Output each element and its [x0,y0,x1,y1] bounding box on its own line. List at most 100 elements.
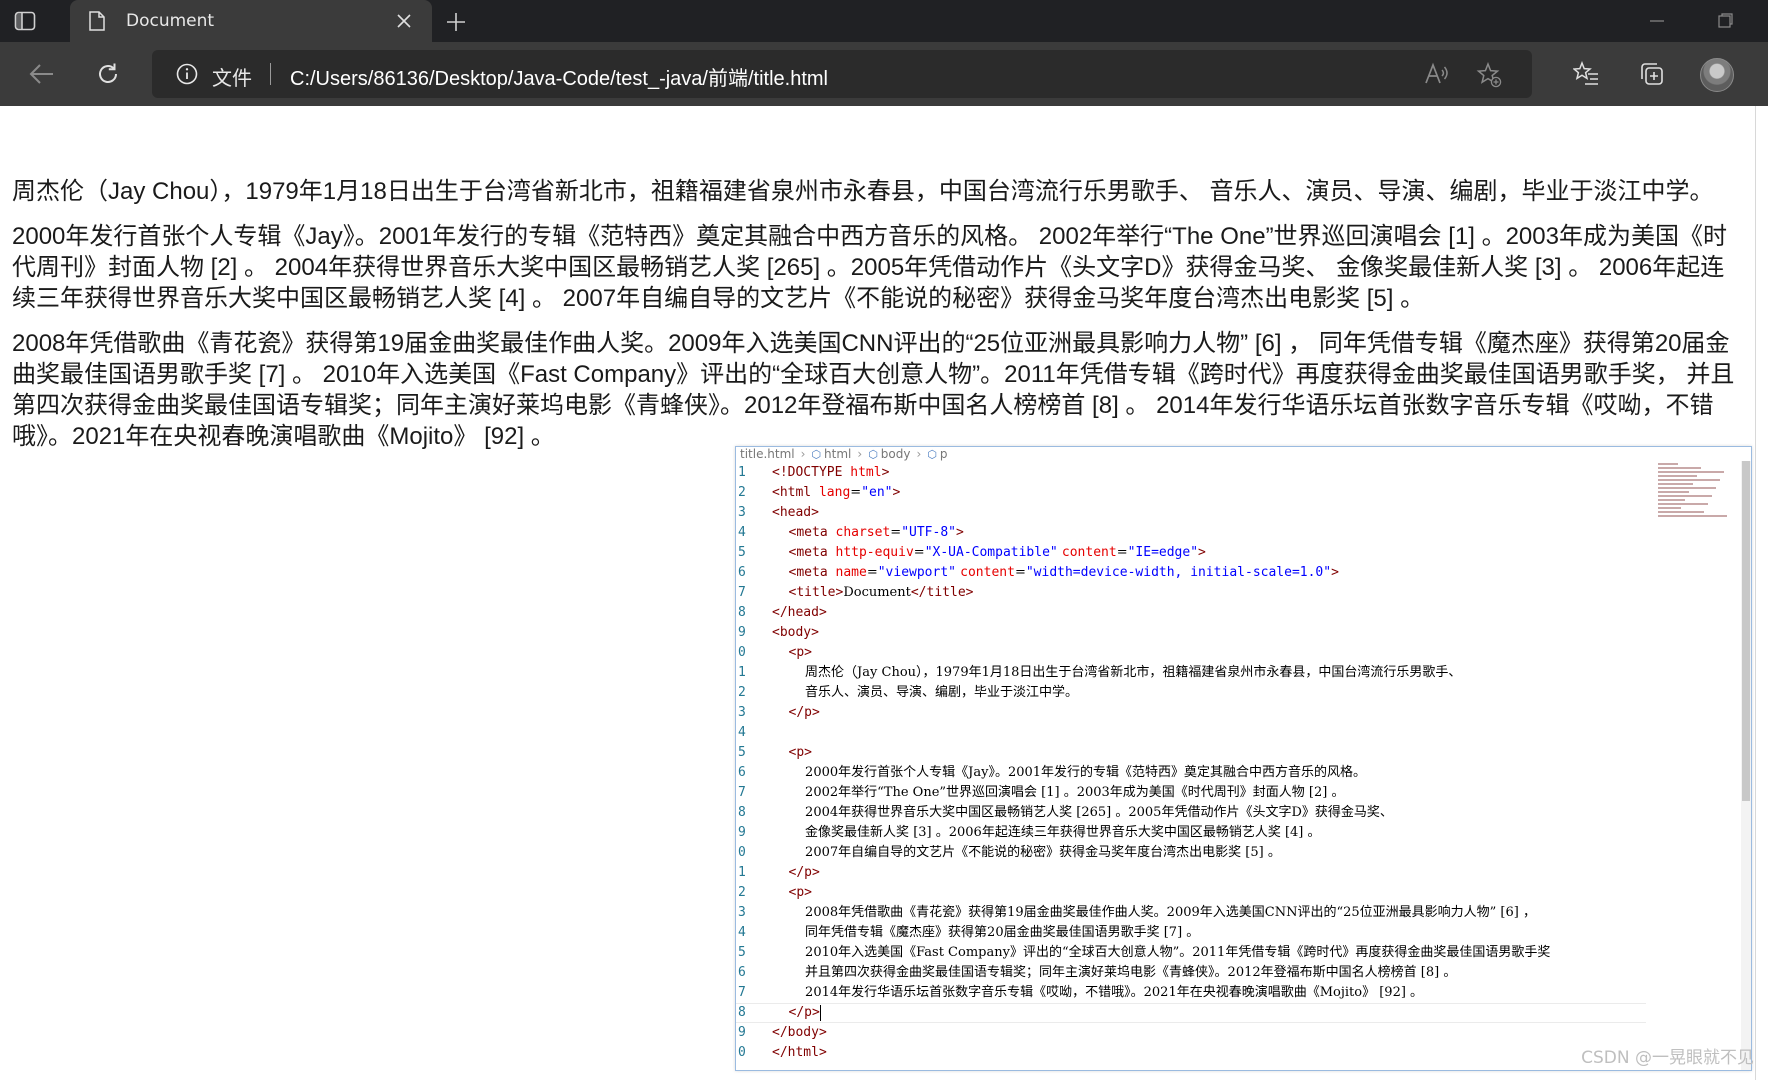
code-line[interactable]: 2 音乐人、演员、导演、编剧，毕业于淡江中学。 [736,683,1646,703]
code-text: <head> [772,505,819,520]
paragraph-2000-2007: 2000年发行首张个人专辑《Jay》。2001年发行的专辑《范特西》奠定其融合中… [12,223,1727,312]
new-tab-button[interactable] [442,8,470,36]
code-text: <p> [788,745,813,760]
minimap-line [1658,487,1716,489]
close-icon[interactable] [394,11,414,31]
line-number: 3 [738,505,746,520]
line-number: 5 [738,745,746,760]
line-number: 4 [738,925,746,940]
code-area[interactable]: 1 <!DOCTYPE html> 2 <html lang="en"> 3 <head>… [736,463,1646,1063]
minimize-icon[interactable] [1646,10,1668,32]
code-line[interactable]: 6 并且第四次获得金曲奖最佳国语专辑奖；同年主演好莱坞电影《青蜂侠》。2012年… [736,963,1646,983]
code-line[interactable]: 0 2007年自编自导的文艺片《不能说的秘密》获得金马奖年度台湾杰出电影奖 [5… [736,843,1646,863]
restore-icon[interactable] [1714,10,1736,32]
line-number: 3 [738,705,746,720]
page-content: 周杰伦（Jay Chou），1979年1月18日出生于台湾省新北市，祖籍福建省泉… [12,176,1740,466]
code-line[interactable]: 4 同年凭借专辑《魔杰座》获得第20届金曲奖最佳国语男歌手奖 [7] 。 [736,923,1646,943]
url-text[interactable]: C:/Users/86136/Desktop/Java-Code/test_-j… [290,62,828,91]
collections-icon[interactable] [1638,60,1666,88]
code-line[interactable]: 0 </html> [736,1043,1646,1063]
code-line[interactable]: 7 2014年发行华语乐坛首张数字音乐专辑《哎呦，不错哦》。2021年在央视春晚… [736,983,1646,1003]
code-line[interactable]: 3 <head> [736,503,1646,523]
editor-minimap[interactable] [1654,461,1732,1070]
code-line[interactable]: 4 [736,723,1646,743]
minimap-line [1658,511,1704,513]
code-line[interactable]: 8 </p> [736,1003,1646,1023]
code-line[interactable]: 6 2000年发行首张个人专辑《Jay》。2001年发行的专辑《范特西》奠定其融… [736,763,1646,783]
breadcrumb-p[interactable]: p [940,447,948,461]
favorites-icon[interactable] [1572,60,1600,88]
breadcrumb-body[interactable]: body [881,447,911,461]
code-line[interactable]: 3 2008年凭借歌曲《青花瓷》获得第19届金曲奖最佳作曲人奖。2009年入选美… [736,903,1646,923]
code-text: </body> [772,1025,827,1040]
code-text: <body> [772,625,819,640]
code-text: <html lang="en"> [772,485,901,500]
code-line[interactable]: 9 </body> [736,1023,1646,1043]
code-text: <title>Document</title> [788,585,974,600]
line-number: 5 [738,545,746,560]
tab-document[interactable]: Document [70,0,432,42]
code-line[interactable]: 5 <p> [736,743,1646,763]
back-icon[interactable] [28,60,56,88]
breadcrumb-file[interactable]: title.html [740,447,795,461]
code-text: 同年凭借专辑《魔杰座》获得第20届金曲奖最佳国语男歌手奖 [7] 。 [772,925,1200,940]
minimap-line [1658,495,1712,497]
reload-icon[interactable] [94,60,122,88]
code-text: </p> [788,705,820,720]
code-text: 2004年获得世界音乐大奖中国区最畅销艺人奖 [265] 。2005年凭借动作片… [772,805,1393,820]
code-text: </p> [788,865,820,880]
code-line[interactable]: 8 </head> [736,603,1646,623]
code-line[interactable]: 3 </p> [736,703,1646,723]
line-number: 4 [738,725,746,740]
code-text: </html> [772,1045,827,1060]
minimap-line [1658,499,1685,501]
code-line[interactable]: 1 周杰伦（Jay Chou），1979年1月18日出生于台湾省新北市，祖籍福建… [736,663,1646,683]
code-line[interactable]: 1 </p> [736,863,1646,883]
code-line[interactable]: 7 <title>Document</title> [736,583,1646,603]
line-number: 5 [738,945,746,960]
code-line[interactable]: 6 <meta name="viewport" content="width=d… [736,563,1646,583]
code-text: <meta charset="UTF-8"> [788,525,964,540]
code-line[interactable]: 5 <meta http-equiv="X-UA-Compatible" con… [736,543,1646,563]
site-info-label[interactable]: 文件 [212,62,252,91]
line-number: 1 [738,665,746,680]
read-aloud-icon[interactable] [1424,62,1450,86]
code-text: </head> [772,605,827,620]
code-text: 音乐人、演员、导演、编剧，毕业于淡江中学。 [772,685,1079,700]
line-number: 9 [738,625,746,640]
code-line[interactable]: 2 <html lang="en"> [736,483,1646,503]
editor-scroll-thumb[interactable] [1742,461,1750,801]
browser-toolbar: 文件 C:/Users/86136/Desktop/Java-Code/test… [0,42,1768,106]
line-number: 1 [738,865,746,880]
breadcrumb-html[interactable]: html [824,447,851,461]
add-favorite-icon[interactable] [1476,62,1502,88]
line-number: 8 [738,805,746,820]
code-text: 2002年举行“The One”世界巡回演唱会 [1] 。2003年成为美国《时… [772,785,1345,800]
address-bar[interactable]: 文件 C:/Users/86136/Desktop/Java-Code/test… [152,50,1532,98]
tab-title: Document [126,11,215,31]
minimap-line [1658,463,1678,465]
line-number: 0 [738,845,746,860]
code-line[interactable]: 8 2004年获得世界音乐大奖中国区最畅销艺人奖 [265] 。2005年凭借动… [736,803,1646,823]
code-text: 2000年发行首张个人专辑《Jay》。2001年发行的专辑《范特西》奠定其融合中… [772,765,1367,780]
line-number: 0 [738,645,746,660]
minimap-line [1658,507,1681,509]
code-line[interactable]: 9 金像奖最佳新人奖 [3] 。2006年起连续三年获得世界音乐大奖中国区最畅销… [736,823,1646,843]
code-text: <!DOCTYPE html> [772,465,890,480]
code-line[interactable]: 5 2010年入选美国《Fast Company》评出的“全球百大创意人物”。2… [736,943,1646,963]
code-line[interactable]: 0 <p> [736,643,1646,663]
minimap-line [1658,503,1708,505]
code-line[interactable]: 4 <meta charset="UTF-8"> [736,523,1646,543]
code-line[interactable]: 9 <body> [736,623,1646,643]
profile-avatar[interactable] [1700,58,1734,92]
page-scrollbar[interactable] [1755,106,1768,1080]
code-line[interactable]: 2 <p> [736,883,1646,903]
sidebar-icon[interactable] [12,8,38,34]
info-icon[interactable] [176,63,198,85]
editor-scrollbar[interactable] [1741,461,1751,1070]
code-line[interactable]: 1 <!DOCTYPE html> [736,463,1646,483]
line-number: 7 [738,585,746,600]
line-number: 4 [738,525,746,540]
code-line[interactable]: 7 2002年举行“The One”世界巡回演唱会 [1] 。2003年成为美国… [736,783,1646,803]
line-number: 2 [738,485,746,500]
